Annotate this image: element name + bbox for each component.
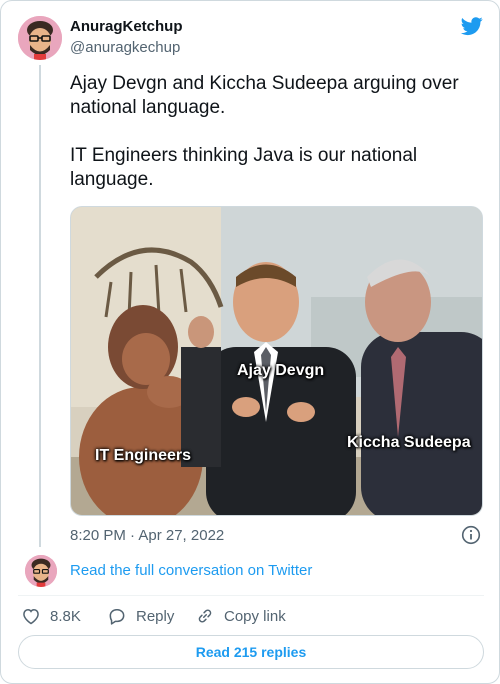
reply-action[interactable]: Reply bbox=[107, 604, 174, 628]
tweet-media-image[interactable]: Ajay Devgn IT Engineers Kiccha Sudeepa bbox=[70, 206, 483, 516]
divider bbox=[18, 595, 484, 596]
media-label-center: Ajay Devgn bbox=[237, 362, 325, 379]
read-conversation-link[interactable]: Read the full conversation on Twitter bbox=[70, 562, 312, 579]
tweet-timestamp[interactable]: 8:20 PM · Apr 27, 2022 bbox=[70, 527, 224, 544]
media-label-right: Kiccha Sudeepa bbox=[347, 434, 471, 451]
thread-line bbox=[39, 65, 41, 547]
heart-icon bbox=[23, 608, 39, 625]
author-handle[interactable]: @anuragkechup bbox=[70, 38, 180, 58]
media-label-left: IT Engineers bbox=[95, 447, 192, 464]
link-icon bbox=[198, 609, 212, 623]
info-icon[interactable] bbox=[461, 525, 481, 545]
reply-label: Reply bbox=[136, 607, 175, 625]
author-avatar[interactable] bbox=[18, 16, 62, 60]
tweet-embed-card: AnuragKetchup @anuragkechup Ajay Devgn a… bbox=[0, 0, 500, 684]
author-name[interactable]: AnuragKetchup bbox=[70, 17, 183, 37]
author-avatar-small[interactable] bbox=[25, 555, 57, 587]
copy-link-action[interactable]: Copy link bbox=[195, 604, 286, 628]
reply-icon bbox=[109, 609, 125, 625]
twitter-bird-icon[interactable] bbox=[459, 15, 485, 37]
tweet-text: Ajay Devgn and Kiccha Sudeepa arguing ov… bbox=[70, 73, 459, 190]
read-replies-button[interactable]: Read 215 replies bbox=[18, 635, 484, 669]
like-count: 8.8K bbox=[50, 607, 81, 625]
like-action[interactable]: 8.8K bbox=[21, 604, 81, 628]
copy-link-label: Copy link bbox=[224, 607, 286, 625]
